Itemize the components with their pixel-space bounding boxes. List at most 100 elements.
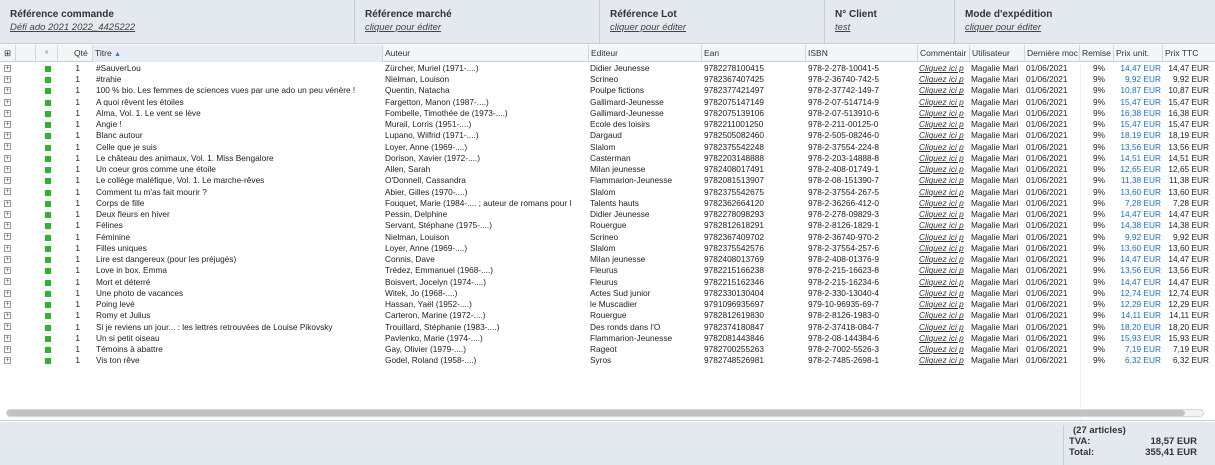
table-row[interactable]: +1 Love in box. Emma Trédez, Emmanuel (196… xyxy=(0,265,1215,276)
table-row[interactable]: +1 Romy et Julius Carteron, Marine (1972-.… xyxy=(0,310,1215,321)
prix-unit-value[interactable]: 12,65 EUR xyxy=(1107,164,1163,175)
reference-lot-edit-link[interactable]: cliquer pour éditer xyxy=(610,21,824,34)
horizontal-scrollbar[interactable] xyxy=(6,409,1204,417)
expand-row-icon[interactable]: + xyxy=(4,233,11,241)
prix-unit-value[interactable]: 16,38 EUR xyxy=(1107,108,1163,119)
reference-commande-value[interactable]: Défi ado 2021 2022_4425222 xyxy=(10,21,354,34)
commentaire-link[interactable]: Cliquez ici p xyxy=(918,119,970,130)
expand-row-icon[interactable]: + xyxy=(4,300,11,308)
commentaire-link[interactable]: Cliquez ici p xyxy=(918,153,970,164)
prix-unit-value[interactable]: 14,51 EUR xyxy=(1107,153,1163,164)
expand-row-icon[interactable]: + xyxy=(4,132,11,140)
commentaire-link[interactable]: Cliquez ici p xyxy=(918,130,970,141)
commentaire-link[interactable]: Cliquez ici p xyxy=(918,164,970,175)
commentaire-link[interactable]: Cliquez ici p xyxy=(918,243,970,254)
column-remise[interactable]: Remise xyxy=(1080,45,1114,62)
prix-unit-value[interactable]: 14,47 EUR xyxy=(1107,209,1163,220)
table-row[interactable]: +1 Alma, Vol. 1. Le vent se lève Fombelle,… xyxy=(0,108,1215,119)
expand-row-icon[interactable]: + xyxy=(4,165,11,173)
prix-unit-value[interactable]: 15,47 EUR xyxy=(1107,97,1163,108)
table-row[interactable]: +1 Si je reviens un jour... : les lettres… xyxy=(0,322,1215,333)
column-commentaire[interactable]: Commentair xyxy=(918,45,970,62)
scrollbar-thumb[interactable] xyxy=(7,410,1185,416)
prix-unit-value[interactable]: 14,38 EUR xyxy=(1107,220,1163,231)
expand-row-icon[interactable]: + xyxy=(4,255,11,263)
expand-row-icon[interactable]: + xyxy=(4,334,11,342)
reference-marche-edit-link[interactable]: cliquer pour éditer xyxy=(365,21,599,34)
commentaire-link[interactable]: Cliquez ici p xyxy=(918,198,970,209)
commentaire-link[interactable]: Cliquez ici p xyxy=(918,175,970,186)
prix-unit-value[interactable]: 13,56 EUR xyxy=(1107,265,1163,276)
column-auteur[interactable]: Auteur xyxy=(383,45,589,62)
commentaire-link[interactable]: Cliquez ici p xyxy=(918,322,970,333)
table-row[interactable]: +1 Une photo de vacances Witek, Jo (1968-.… xyxy=(0,288,1215,299)
expand-row-icon[interactable]: + xyxy=(4,357,11,365)
table-row[interactable]: +1 Vis ton rêve Godel, Roland (1958-....) S… xyxy=(0,355,1215,366)
commentaire-link[interactable]: Cliquez ici p xyxy=(918,74,970,85)
prix-unit-value[interactable]: 15,93 EUR xyxy=(1107,333,1163,344)
table-row[interactable]: +1 Un si petit oiseau Pavlenko, Marie (197… xyxy=(0,333,1215,344)
commentaire-link[interactable]: Cliquez ici p xyxy=(918,142,970,153)
prix-unit-value[interactable]: 14,47 EUR xyxy=(1107,254,1163,265)
commentaire-link[interactable]: Cliquez ici p xyxy=(918,187,970,198)
expand-row-icon[interactable]: + xyxy=(4,222,11,230)
commentaire-link[interactable]: Cliquez ici p xyxy=(918,97,970,108)
expand-row-icon[interactable]: + xyxy=(4,87,11,95)
table-row[interactable]: +1 Témoins à abattre Gay, Olivier (1979-..… xyxy=(0,344,1215,355)
prix-unit-value[interactable]: 12,29 EUR xyxy=(1107,299,1163,310)
table-row[interactable]: +1 Comment tu m'as fait mourir ? Abier, Gi… xyxy=(0,187,1215,198)
table-row[interactable]: +1 Le château des animaux, Vol. 1. Miss B… xyxy=(0,153,1215,164)
client-value[interactable]: test xyxy=(835,21,954,34)
table-row[interactable]: +1 100 % bio. Les femmes de sciences vues… xyxy=(0,85,1215,96)
table-row[interactable]: +1 A quoi rêvent les étoiles Fargetton, Ma… xyxy=(0,97,1215,108)
prix-unit-value[interactable]: 9,92 EUR xyxy=(1107,232,1163,243)
table-row[interactable]: +1 Celle que je suis Loyer, Anne (1969-...… xyxy=(0,142,1215,153)
table-row[interactable]: +1 Poing levé Hassan, Yaël (1952-....) le M… xyxy=(0,299,1215,310)
commentaire-link[interactable]: Cliquez ici p xyxy=(918,355,970,366)
table-row[interactable]: +1 Deux fleurs en hiver Pessin, Delphine Di… xyxy=(0,209,1215,220)
prix-unit-value[interactable]: 7,19 EUR xyxy=(1107,344,1163,355)
expand-row-icon[interactable]: + xyxy=(4,64,11,72)
table-row[interactable]: +1 Lire est dangereux (pour les préjugés)… xyxy=(0,254,1215,265)
expand-row-icon[interactable]: + xyxy=(4,120,11,128)
commentaire-link[interactable]: Cliquez ici p xyxy=(918,63,970,74)
expand-row-icon[interactable]: + xyxy=(4,289,11,297)
commentaire-link[interactable]: Cliquez ici p xyxy=(918,254,970,265)
expand-row-icon[interactable]: + xyxy=(4,177,11,185)
table-row[interactable]: +1 Le collège maléfique, Vol. 1. Le march… xyxy=(0,175,1215,186)
table-row[interactable]: +1 #trahie Nielman, Louison Scrineo 97823674… xyxy=(0,74,1215,85)
commentaire-link[interactable]: Cliquez ici p xyxy=(918,108,970,119)
prix-unit-value[interactable]: 18,19 EUR xyxy=(1107,130,1163,141)
commentaire-link[interactable]: Cliquez ici p xyxy=(918,288,970,299)
prix-unit-value[interactable]: 14,11 EUR xyxy=(1107,310,1163,321)
prix-unit-value[interactable]: 12,74 EUR xyxy=(1107,288,1163,299)
prix-unit-value[interactable]: 18,20 EUR xyxy=(1107,322,1163,333)
commentaire-link[interactable]: Cliquez ici p xyxy=(918,220,970,231)
column-isbn[interactable]: ISBN xyxy=(806,45,918,62)
commentaire-link[interactable]: Cliquez ici p xyxy=(918,265,970,276)
prix-unit-value[interactable]: 13,60 EUR xyxy=(1107,187,1163,198)
expand-row-icon[interactable]: + xyxy=(4,244,11,252)
expand-row-icon[interactable]: + xyxy=(4,188,11,196)
column-ean[interactable]: Ean xyxy=(702,45,806,62)
expand-row-icon[interactable]: + xyxy=(4,76,11,84)
column-derniere-modification[interactable]: Dernière moc xyxy=(1025,45,1080,62)
expand-row-icon[interactable]: + xyxy=(4,210,11,218)
prix-unit-value[interactable]: 9,92 EUR xyxy=(1107,74,1163,85)
table-row[interactable]: +1 Corps de fille Fouquet, Marie (1984-...… xyxy=(0,198,1215,209)
prix-unit-value[interactable]: 6,32 EUR xyxy=(1107,355,1163,366)
expand-row-icon[interactable]: + xyxy=(4,312,11,320)
column-titre[interactable]: Titre ▲ xyxy=(93,45,383,62)
expand-row-icon[interactable]: + xyxy=(4,278,11,286)
expand-row-icon[interactable]: + xyxy=(4,143,11,151)
expand-row-icon[interactable]: + xyxy=(4,267,11,275)
commentaire-link[interactable]: Cliquez ici p xyxy=(918,333,970,344)
expand-row-icon[interactable]: + xyxy=(4,98,11,106)
column-prix-ttc[interactable]: Prix TTC xyxy=(1163,45,1215,62)
status-column-header-icon[interactable]: ■ xyxy=(36,45,58,62)
table-row[interactable]: +1 Félines Servant, Stéphane (1975-....) Ro… xyxy=(0,220,1215,231)
commentaire-link[interactable]: Cliquez ici p xyxy=(918,277,970,288)
commentaire-link[interactable]: Cliquez ici p xyxy=(918,299,970,310)
prix-unit-value[interactable]: 13,60 EUR xyxy=(1107,243,1163,254)
table-row[interactable]: +1 #SauverLou Zürcher, Muriel (1971-....) D… xyxy=(0,63,1215,74)
